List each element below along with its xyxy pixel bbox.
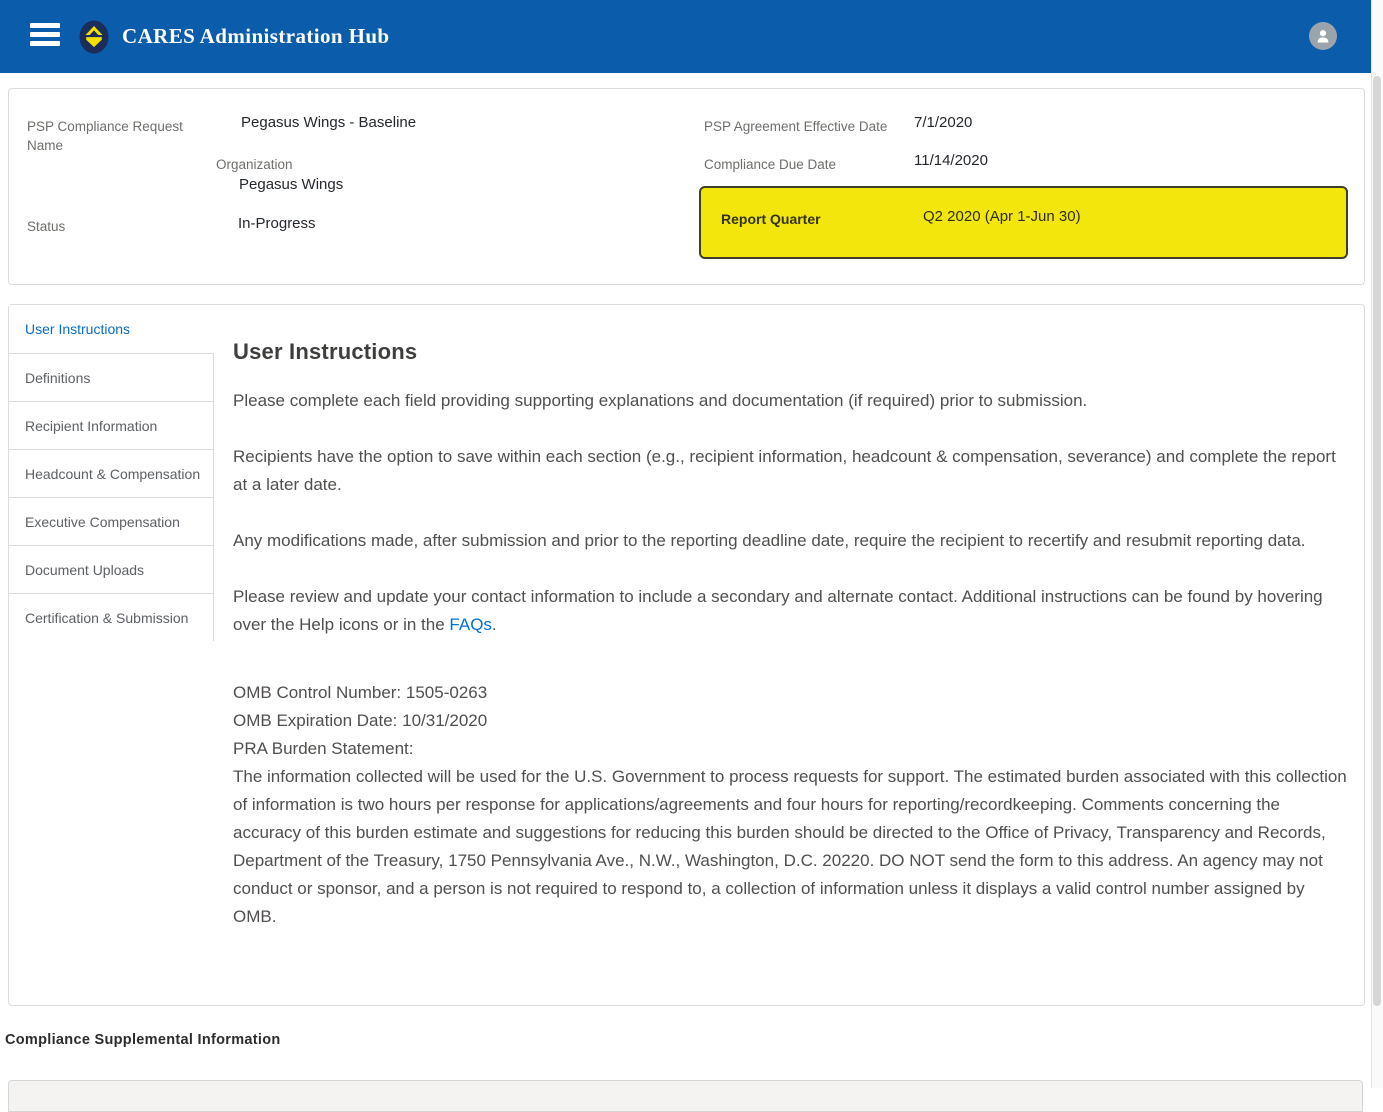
organization-value: Pegasus Wings bbox=[239, 175, 343, 195]
content-heading: User Instructions bbox=[233, 339, 1351, 365]
omb-expiration-date: OMB Expiration Date: 10/31/2020 bbox=[233, 707, 1351, 735]
report-sections-panel: User Instructions Definitions Recipient … bbox=[8, 304, 1365, 1006]
status-label: Status bbox=[27, 217, 65, 236]
app-title: CARES Administration Hub bbox=[122, 0, 390, 73]
tab-user-instructions[interactable]: User Instructions bbox=[9, 305, 214, 353]
status-value: In-Progress bbox=[238, 214, 316, 234]
faqs-link[interactable]: FAQs bbox=[449, 615, 492, 634]
tab-recipient-information[interactable]: Recipient Information bbox=[9, 401, 214, 449]
request-name-value: Pegasus Wings - Baseline bbox=[241, 113, 416, 133]
instruction-paragraph: Any modifications made, after submission… bbox=[233, 527, 1351, 555]
instruction-paragraph: Recipients have the option to save withi… bbox=[233, 443, 1351, 499]
top-navbar: CARES Administration Hub bbox=[0, 0, 1372, 73]
omb-control-number: OMB Control Number: 1505-0263 bbox=[233, 679, 1351, 707]
pra-burden-statement: The information collected will be used f… bbox=[233, 763, 1351, 931]
vertical-scrollbar-track[interactable] bbox=[1371, 0, 1383, 1088]
cares-logo-icon bbox=[76, 18, 112, 55]
contact-paragraph-text: Please review and update your contact in… bbox=[233, 587, 1323, 634]
organization-label: Organization bbox=[216, 155, 293, 174]
due-date-value: 11/14/2020 bbox=[914, 151, 988, 171]
user-avatar-icon[interactable] bbox=[1309, 22, 1337, 50]
tab-definitions[interactable]: Definitions bbox=[9, 353, 214, 401]
supplemental-panel-header[interactable] bbox=[8, 1080, 1363, 1112]
report-quarter-highlight: Report Quarter Q2 2020 (Apr 1-Jun 30) bbox=[699, 186, 1348, 259]
effective-date-value: 7/1/2020 bbox=[914, 113, 972, 133]
report-quarter-label: Report Quarter bbox=[721, 211, 821, 227]
contact-paragraph-period: . bbox=[492, 615, 497, 634]
vertical-scrollbar-thumb[interactable] bbox=[1373, 76, 1381, 1006]
tab-headcount-compensation[interactable]: Headcount & Compensation bbox=[9, 449, 214, 497]
tab-executive-compensation[interactable]: Executive Compensation bbox=[9, 497, 214, 545]
supplemental-section-title: Compliance Supplemental Information bbox=[5, 1032, 281, 1048]
effective-date-label: PSP Agreement Effective Date bbox=[704, 117, 887, 136]
omb-statement-block: OMB Control Number: 1505-0263 OMB Expira… bbox=[233, 679, 1351, 931]
request-name-label: PSP Compliance Request Name bbox=[27, 117, 187, 155]
compliance-summary-panel: PSP Compliance Request Name Pegasus Wing… bbox=[8, 88, 1365, 285]
tab-document-uploads[interactable]: Document Uploads bbox=[9, 545, 214, 593]
section-tab-list: User Instructions Definitions Recipient … bbox=[9, 305, 214, 641]
report-quarter-value: Q2 2020 (Apr 1-Jun 30) bbox=[923, 208, 1081, 225]
tab-certification-submission[interactable]: Certification & Submission bbox=[9, 593, 214, 641]
contact-paragraph: Please review and update your contact in… bbox=[233, 583, 1351, 639]
tab-content-user-instructions: User Instructions Please complete each f… bbox=[233, 305, 1351, 959]
instruction-paragraph: Please complete each field providing sup… bbox=[233, 387, 1351, 415]
hamburger-menu-icon[interactable] bbox=[30, 23, 60, 49]
due-date-label: Compliance Due Date bbox=[704, 155, 836, 174]
pra-burden-title: PRA Burden Statement: bbox=[233, 735, 1351, 763]
